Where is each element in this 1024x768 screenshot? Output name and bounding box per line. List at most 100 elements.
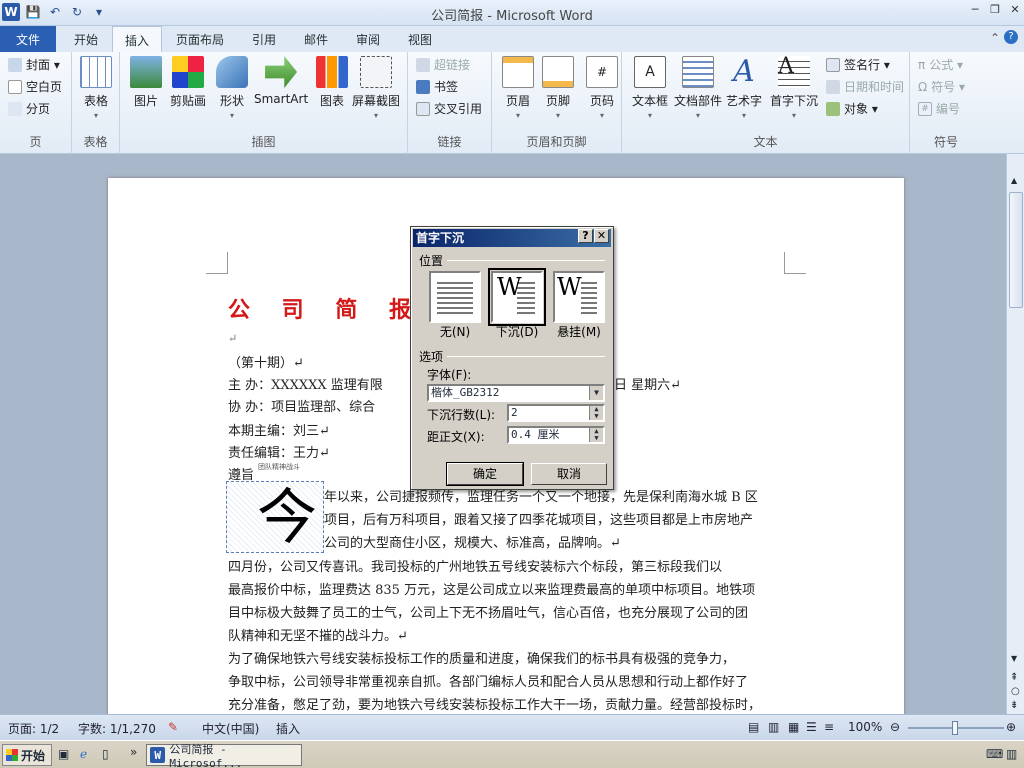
zoom-level[interactable]: 100% [848,720,882,734]
ribbon: 封面 ▾ 空白页 分页 页 表格 ▾ 表格 图片 剪贴画 形状 ▾ SmartArt… [0,52,1024,154]
hyperlink-button[interactable]: 超链接 [416,56,470,73]
dialog-close-button[interactable]: ✕ [594,229,609,243]
wordart-button[interactable]: A 艺术字 ▾ [726,56,762,121]
cross-reference-button[interactable]: 交叉引用 [416,100,482,117]
lines-spinner-icon[interactable]: ▲ ▼ [589,406,603,420]
status-word-count[interactable]: 字数: 1/1,270 [78,720,156,737]
distance-label: 距正文(X): [427,430,485,444]
signature-line-button[interactable]: 签名行 ▾ [826,56,890,73]
close-button[interactable]: ✕ [1008,2,1022,16]
status-insert-mode[interactable]: 插入 [276,720,300,737]
vertical-scrollbar[interactable]: ▲ ▼ ⇞ ○ ⇟ [1006,154,1024,714]
option-in-margin-label: 悬挂(M) [557,325,601,339]
zoom-in-icon[interactable]: ⊕ [1006,720,1016,734]
bookmark-button[interactable]: 书签 [416,78,458,95]
page-break-icon [8,101,22,116]
windows-logo-icon [6,749,18,761]
view-draft-icon[interactable]: ≡ [824,720,834,734]
table-button[interactable]: 表格 ▾ [80,56,112,120]
omega-icon: Ω [918,79,928,94]
para1-line-3: 公司的大型商住小区，规模大、标准高，品牌响。↵ [324,536,621,551]
font-select[interactable]: 楷体_GB2312 ▼ [427,384,605,402]
dialog-help-button[interactable]: ? [578,229,593,243]
lines-to-drop-input[interactable]: 2 ▲ ▼ [507,404,605,422]
cross-reference-icon [416,101,430,116]
header-button[interactable]: 页眉 ▾ [502,56,534,120]
option-dropped[interactable]: W [488,268,546,326]
status-language[interactable]: 中文(中国) [202,720,259,737]
restore-button[interactable]: ❐ [988,2,1002,16]
tab-mailings[interactable]: 邮件 [292,26,340,52]
scroll-down-icon[interactable]: ▼ [1011,654,1017,663]
quick-parts-button[interactable]: 文档部件 ▾ [674,56,722,120]
quicklaunch-more-icon[interactable]: » [130,745,137,759]
equation-button[interactable]: π 公式 ▾ [918,56,963,73]
tab-insert[interactable]: 插入 [112,26,163,53]
tab-view[interactable]: 视图 [396,26,444,52]
title-bar: W 💾 ↶ ↻ ▾ 公司简报 - Microsoft Word ─ ❐ ✕ [0,0,1024,26]
help-icon[interactable]: ? [1004,30,1018,44]
tab-page-layout[interactable]: 页面布局 [164,26,236,52]
start-button[interactable]: 开始 [2,744,52,766]
minimize-button[interactable]: ─ [968,2,982,16]
view-print-layout-icon[interactable]: ▤ [748,720,759,734]
previous-page-icon[interactable]: ⇞ [1010,672,1018,683]
lines-to-drop-label: 下沉行数(L): [427,408,496,422]
cover-page-button[interactable]: 封面 ▾ [8,56,60,73]
margin-mark-top-left [206,252,228,274]
group-illustrations: 图片 剪贴画 形状 ▾ SmartArt 图表 屏幕截图 ▾ 插图 [120,52,408,154]
signature-line-icon [826,57,840,72]
scrollbar-thumb[interactable] [1009,192,1023,308]
status-page[interactable]: 页面: 1/2 [8,720,59,737]
blank-page-button[interactable]: 空白页 [8,78,62,95]
font-dropdown-icon[interactable]: ▼ [589,386,603,400]
issue-number: （第十期）↵ [228,356,304,371]
zoom-out-icon[interactable]: ⊖ [890,720,900,734]
dropcap-button[interactable]: A 首字下沉 ▾ [770,56,818,121]
page-break-button[interactable]: 分页 [8,100,50,117]
view-full-screen-icon[interactable]: ▥ [768,720,779,734]
tab-home[interactable]: 开始 [62,26,110,52]
picture-button[interactable]: 图片 [130,56,162,109]
group-tables: 表格 ▾ 表格 [72,52,120,154]
tray-network-icon[interactable]: ▥ [1006,747,1017,761]
option-none[interactable] [429,271,481,323]
clipart-button[interactable]: 剪贴画 [170,56,206,109]
view-web-layout-icon[interactable]: ▦ [788,720,799,734]
quicklaunch-desktop-icon[interactable]: ▣ [58,747,69,761]
tab-references[interactable]: 引用 [240,26,288,52]
cancel-button[interactable]: 取消 [531,463,607,485]
taskbar-word-item[interactable]: W 公司简报 - Microsof... [146,743,302,768]
tab-file[interactable]: 文件 [0,26,56,52]
page-number-button[interactable]: # 页码 ▾ [586,56,618,120]
screenshot-button[interactable]: 屏幕截图 ▾ [352,56,400,120]
quicklaunch-app-icon[interactable]: ▯ [102,747,109,761]
shapes-button[interactable]: 形状 ▾ [216,56,248,120]
page-number-icon: # [586,56,618,88]
quicklaunch-ie-icon[interactable]: ℯ [80,747,87,761]
blank-page-icon [8,79,22,94]
tab-review[interactable]: 审阅 [344,26,392,52]
date-time-button[interactable]: 日期和时间 [826,78,904,95]
dropcap-character: 今 [257,483,317,553]
ok-button[interactable]: 确定 [446,462,524,486]
scroll-up-icon[interactable]: ▲ [1011,176,1017,185]
zoom-slider-thumb[interactable] [952,721,958,735]
chart-button[interactable]: 图表 [316,56,348,109]
distance-input[interactable]: 0.4 厘米 ▲ ▼ [507,426,605,444]
view-outline-icon[interactable]: ☰ [806,720,817,734]
dropcap-frame[interactable]: 今 [226,481,324,553]
object-button[interactable]: 对象 ▾ [826,100,878,117]
smartart-button[interactable]: SmartArt [254,56,308,106]
symbol-button[interactable]: Ω 符号 ▾ [918,78,965,95]
spellcheck-icon[interactable]: ✎ [168,720,178,734]
option-in-margin[interactable]: W [553,271,605,323]
distance-spinner-icon[interactable]: ▲ ▼ [589,428,603,442]
next-page-icon[interactable]: ⇟ [1010,700,1018,711]
browse-object-icon[interactable]: ○ [1011,686,1020,697]
tray-keyboard-icon[interactable]: ⌨ [986,747,1003,761]
ribbon-collapse-icon[interactable]: ⌃ [990,31,1000,45]
footer-button[interactable]: 页脚 ▾ [542,56,574,120]
textbox-button[interactable]: A 文本框 ▾ [632,56,668,120]
numbering-button[interactable]: # 编号 [918,100,960,117]
